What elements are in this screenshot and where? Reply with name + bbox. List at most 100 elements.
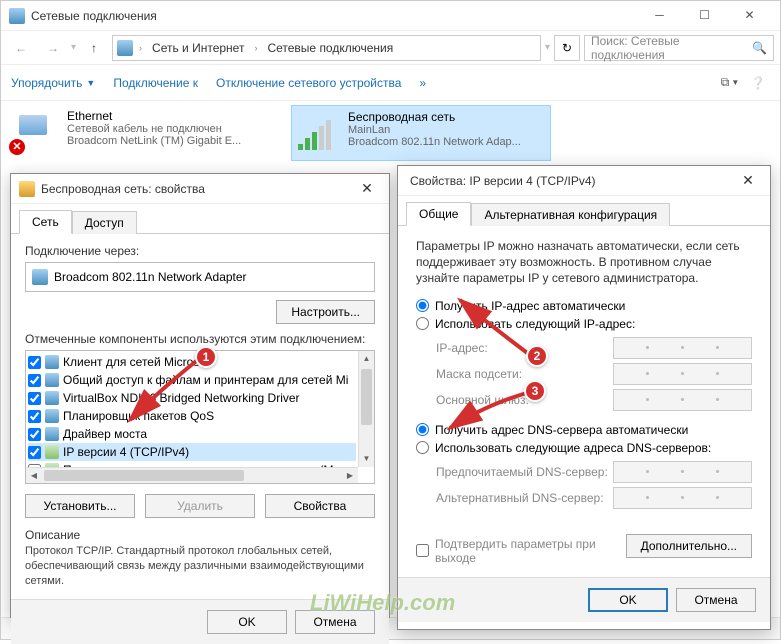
tab-network[interactable]: Сеть — [19, 210, 72, 234]
radio-dns-manual[interactable]: Использовать следующие адреса DNS-сервер… — [416, 441, 752, 455]
remove-button: Удалить — [145, 494, 255, 518]
dialog-title: Беспроводная сеть: свойства — [41, 182, 353, 196]
dialog-body: Параметры IP можно назначать автоматичес… — [398, 226, 770, 577]
address-bar[interactable]: › Сеть и Интернет › Сетевые подключения — [112, 35, 541, 61]
component-checkbox[interactable] — [28, 446, 41, 459]
protocol-icon — [45, 445, 59, 459]
organize-menu[interactable]: Упорядочить▼ — [11, 76, 95, 90]
close-button[interactable]: ✕ — [353, 180, 381, 197]
dialog-tabs: Общие Альтернативная конфигурация — [398, 196, 770, 226]
list-item[interactable]: Драйвер моста — [28, 425, 356, 443]
tab-alt-config[interactable]: Альтернативная конфигурация — [471, 203, 670, 226]
client-icon — [45, 391, 59, 405]
scroll-right-icon[interactable]: ▶ — [342, 468, 358, 483]
configure-button[interactable]: Настроить... — [276, 300, 375, 324]
list-item[interactable]: Клиент для сетей Microsoft — [28, 353, 356, 371]
component-label: VirtualBox NDIS6 Bridged Networking Driv… — [63, 391, 300, 405]
ipv4-properties-dialog: Свойства: IP версии 4 (TCP/IPv4) ✕ Общие… — [397, 165, 771, 630]
chevron-right-icon: › — [254, 43, 257, 53]
overflow-button[interactable]: » — [419, 76, 426, 90]
scroll-up-icon[interactable]: ▲ — [359, 351, 374, 367]
component-label: Общий доступ к файлам и принтерам для се… — [63, 373, 348, 387]
up-button[interactable]: ↑ — [80, 34, 108, 62]
adapter-icon — [32, 269, 48, 285]
horizontal-scrollbar[interactable]: ◀ ▶ — [26, 467, 358, 483]
component-checkbox[interactable] — [28, 428, 41, 441]
location-icon — [117, 40, 133, 56]
component-checkbox[interactable] — [28, 410, 41, 423]
ok-button[interactable]: OK — [588, 588, 668, 612]
component-checkbox[interactable] — [28, 374, 41, 387]
scroll-thumb[interactable] — [44, 470, 244, 481]
install-button[interactable]: Установить... — [25, 494, 135, 518]
list-item[interactable]: VirtualBox NDIS6 Bridged Networking Driv… — [28, 389, 356, 407]
radio-dns-auto[interactable]: Получить адрес DNS-сервера автоматически — [416, 423, 752, 437]
command-bar: Упорядочить▼ Подключение к Отключение се… — [1, 65, 780, 101]
scroll-thumb[interactable] — [361, 369, 372, 425]
list-item[interactable]: Планировщик пакетов QoS — [28, 407, 356, 425]
ok-button[interactable]: OK — [207, 610, 287, 634]
refresh-button[interactable]: ↻ — [554, 35, 580, 61]
components-listbox[interactable]: Клиент для сетей Microsoft Общий доступ к… — [25, 350, 375, 484]
search-icon: 🔍 — [752, 41, 767, 55]
scroll-left-icon[interactable]: ◀ — [26, 468, 42, 483]
dialog-title: Свойства: IP версии 4 (TCP/IPv4) — [406, 174, 734, 188]
tab-general[interactable]: Общие — [406, 202, 471, 226]
close-button[interactable]: ✕ — [734, 172, 762, 189]
shield-icon — [19, 181, 35, 197]
search-input[interactable]: Поиск: Сетевые подключения 🔍 — [584, 35, 774, 61]
history-dropdown-icon[interactable]: ▾ — [71, 42, 76, 53]
component-checkbox[interactable] — [28, 392, 41, 405]
radio-ip-manual-input[interactable] — [416, 317, 429, 330]
connection-adapter: Broadcom NetLink (TM) Gigabit E... — [67, 135, 241, 147]
connection-name: Ethernet — [67, 109, 241, 123]
connect-to-button[interactable]: Подключение к — [113, 76, 198, 90]
radio-ip-auto-input[interactable] — [416, 299, 429, 312]
radio-ip-manual[interactable]: Использовать следующий IP-адрес: — [416, 317, 752, 331]
subnet-mask-field — [613, 363, 752, 385]
adapter-name: Broadcom 802.11n Network Adapter — [54, 270, 247, 284]
breadcrumb-parent[interactable]: Сеть и Интернет — [148, 39, 248, 57]
ip-address-label: IP-адрес: — [436, 341, 613, 355]
description-text: Протокол TCP/IP. Стандартный протокол гл… — [25, 544, 375, 589]
disable-device-button[interactable]: Отключение сетевого устройства — [216, 76, 401, 90]
dialog-tabs: Сеть Доступ — [11, 204, 389, 234]
forward-button[interactable]: → — [39, 34, 67, 62]
advanced-button[interactable]: Дополнительно... — [626, 534, 752, 558]
connection-status: MainLan — [348, 124, 521, 136]
tab-access[interactable]: Доступ — [72, 211, 137, 234]
dialog-titlebar: Беспроводная сеть: свойства ✕ — [11, 174, 389, 204]
components-label: Отмеченные компоненты используются этим … — [25, 332, 375, 346]
cancel-button[interactable]: Отмена — [676, 588, 756, 612]
component-label: Планировщик пакетов QoS — [63, 409, 214, 423]
client-icon — [45, 409, 59, 423]
minimize-button[interactable]: ─ — [637, 1, 682, 30]
client-icon — [45, 373, 59, 387]
radio-ip-auto[interactable]: Получить IP-адрес автоматически — [416, 299, 752, 313]
confirm-on-exit-checkbox[interactable]: Подтвердить параметры при выходе — [416, 537, 626, 565]
scroll-down-icon[interactable]: ▼ — [359, 451, 374, 467]
vertical-scrollbar[interactable]: ▲ ▼ — [358, 351, 374, 467]
back-button[interactable]: ← — [7, 34, 35, 62]
breadcrumb-current[interactable]: Сетевые подключения — [263, 39, 397, 57]
maximize-button[interactable]: ☐ — [682, 1, 727, 30]
view-options-button[interactable]: ⧉▼ — [718, 71, 742, 95]
help-button[interactable]: ❔ — [746, 71, 770, 95]
component-checkbox[interactable] — [28, 356, 41, 369]
radio-dns-auto-input[interactable] — [416, 423, 429, 436]
chevron-right-icon: › — [139, 43, 142, 53]
nav-row: ← → ▾ ↑ › Сеть и Интернет › Сетевые подк… — [1, 31, 780, 65]
watermark: LiWiHelp.com — [310, 590, 455, 616]
window-title: Сетевые подключения — [31, 9, 637, 23]
radio-dns-manual-input[interactable] — [416, 441, 429, 454]
connection-wifi[interactable]: Беспроводная сеть MainLan Broadcom 802.1… — [291, 105, 551, 161]
wifi-icon — [296, 110, 340, 154]
properties-button[interactable]: Свойства — [265, 494, 375, 518]
list-item[interactable]: IP версии 4 (TCP/IPv4) — [28, 443, 356, 461]
list-item[interactable]: Общий доступ к файлам и принтерам для се… — [28, 371, 356, 389]
close-button[interactable]: ✕ — [727, 1, 772, 30]
connection-ethernet[interactable]: ✕ Ethernet Сетевой кабель не подключен B… — [11, 105, 271, 161]
dialog-titlebar: Свойства: IP версии 4 (TCP/IPv4) ✕ — [398, 166, 770, 196]
dns-pref-label: Предпочитаемый DNS-сервер: — [436, 465, 613, 479]
address-dropdown-icon[interactable]: ▾ — [545, 42, 550, 53]
